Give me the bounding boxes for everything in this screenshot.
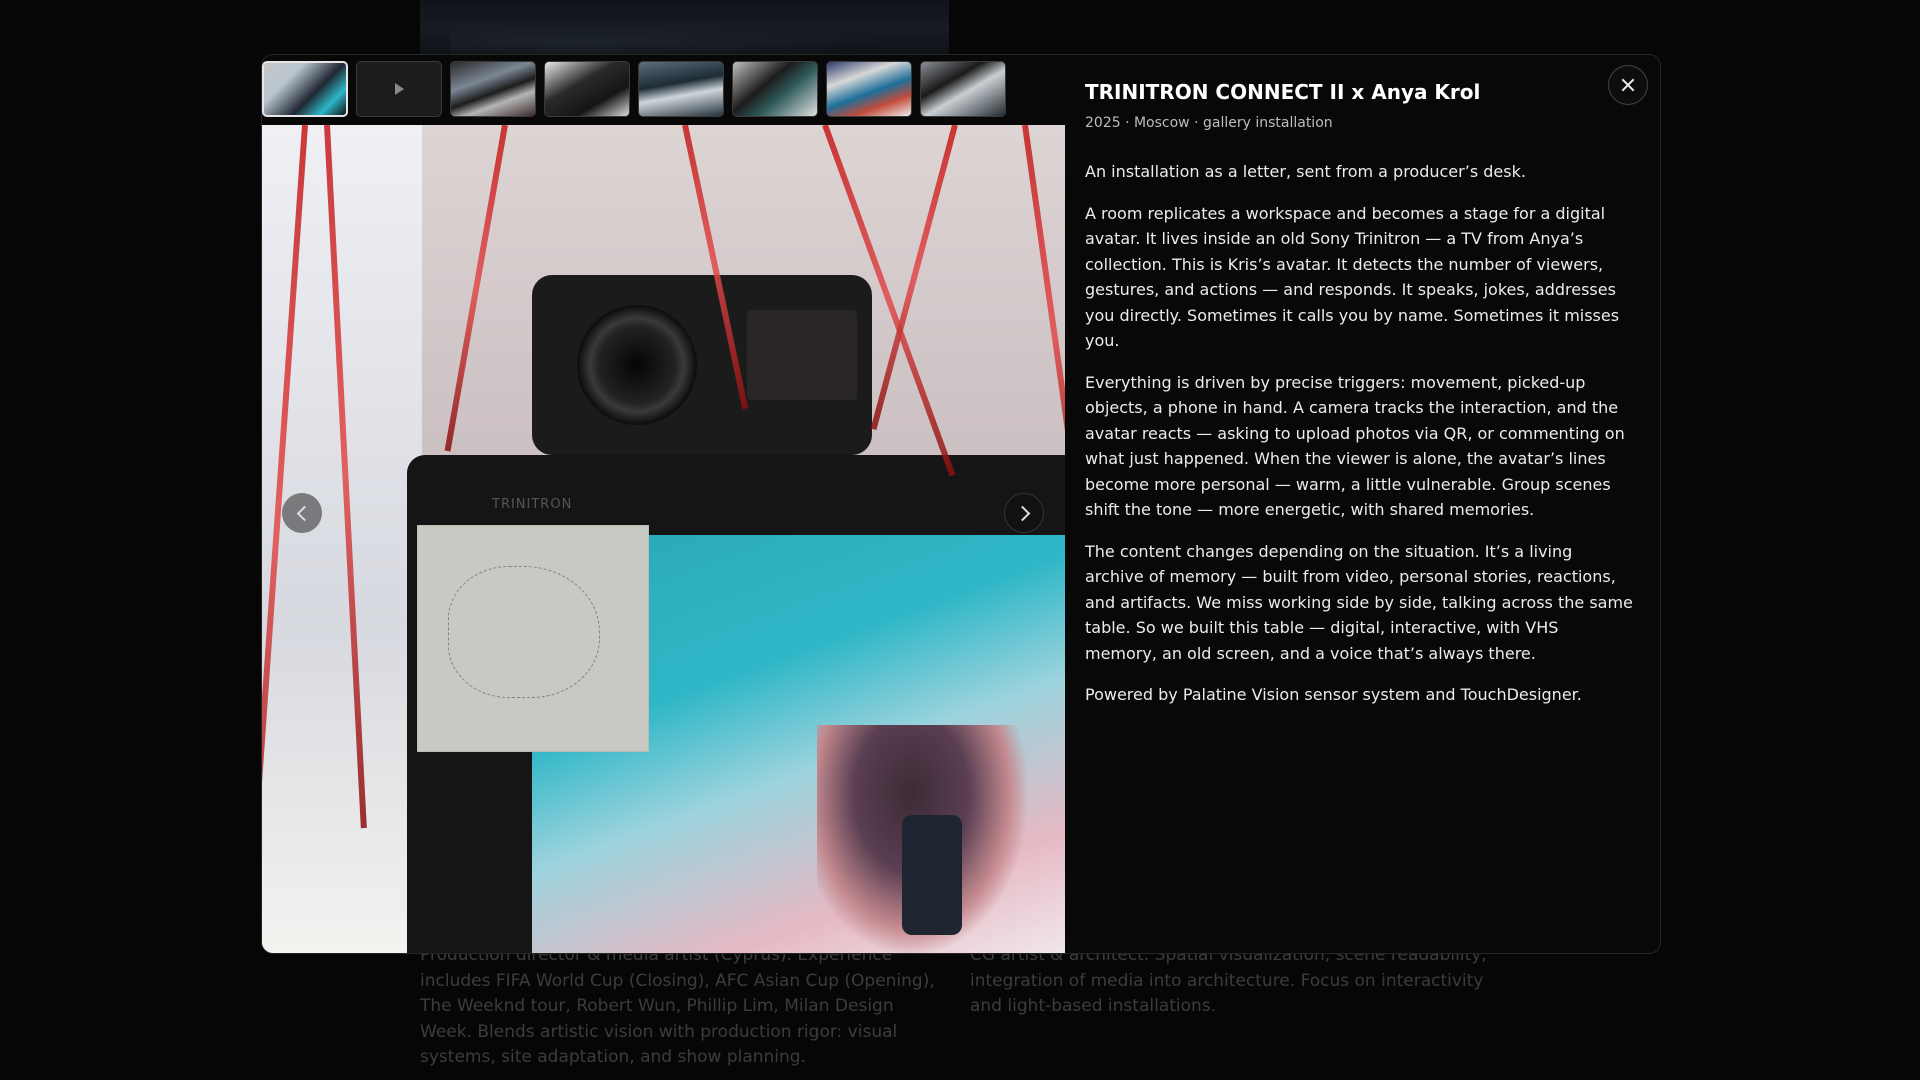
thumbnail-strip: [262, 61, 1006, 119]
thumbnail-1[interactable]: [262, 61, 348, 117]
thumbnail-8[interactable]: [920, 61, 1006, 117]
project-info: TRINITRON CONNECT II x Anya Krol 2025 · …: [1085, 79, 1635, 724]
thumbnail-4[interactable]: [544, 61, 630, 117]
thumbnail-6[interactable]: [732, 61, 818, 117]
chevron-left-icon: [296, 505, 312, 521]
thumbnail-7[interactable]: [826, 61, 912, 117]
project-modal: TRINITRON TRINITRON CONNECT II x Anya Kr…: [261, 54, 1661, 954]
description-paragraph: A room replicates a workspace and become…: [1085, 203, 1620, 351]
project-title: TRINITRON CONNECT II x Anya Krol: [1085, 80, 1481, 104]
description-paragraph: Powered by Palatine Vision sensor system…: [1085, 685, 1582, 704]
description-paragraph: The content changes depending on the sit…: [1085, 541, 1633, 663]
chevron-right-icon: [1014, 505, 1030, 521]
play-icon: [394, 83, 404, 95]
previous-image-button[interactable]: [282, 493, 322, 533]
thumbnail-5[interactable]: [638, 61, 724, 117]
sketch-note: [417, 525, 649, 752]
next-image-button[interactable]: [1004, 493, 1044, 533]
project-description: An installation as a letter, sent from a…: [1085, 159, 1635, 708]
thumbnail-3[interactable]: [450, 61, 536, 117]
description-paragraph: Everything is driven by precise triggers…: [1085, 372, 1625, 520]
main-photo: TRINITRON: [262, 125, 1065, 953]
tv-brand-label: TRINITRON: [492, 497, 573, 512]
project-meta: 2025 · Moscow · gallery installation: [1085, 115, 1333, 131]
close-button[interactable]: [1608, 65, 1648, 105]
description-paragraph: An installation as a letter, sent from a…: [1085, 162, 1526, 181]
thumbnail-video[interactable]: [356, 61, 442, 117]
